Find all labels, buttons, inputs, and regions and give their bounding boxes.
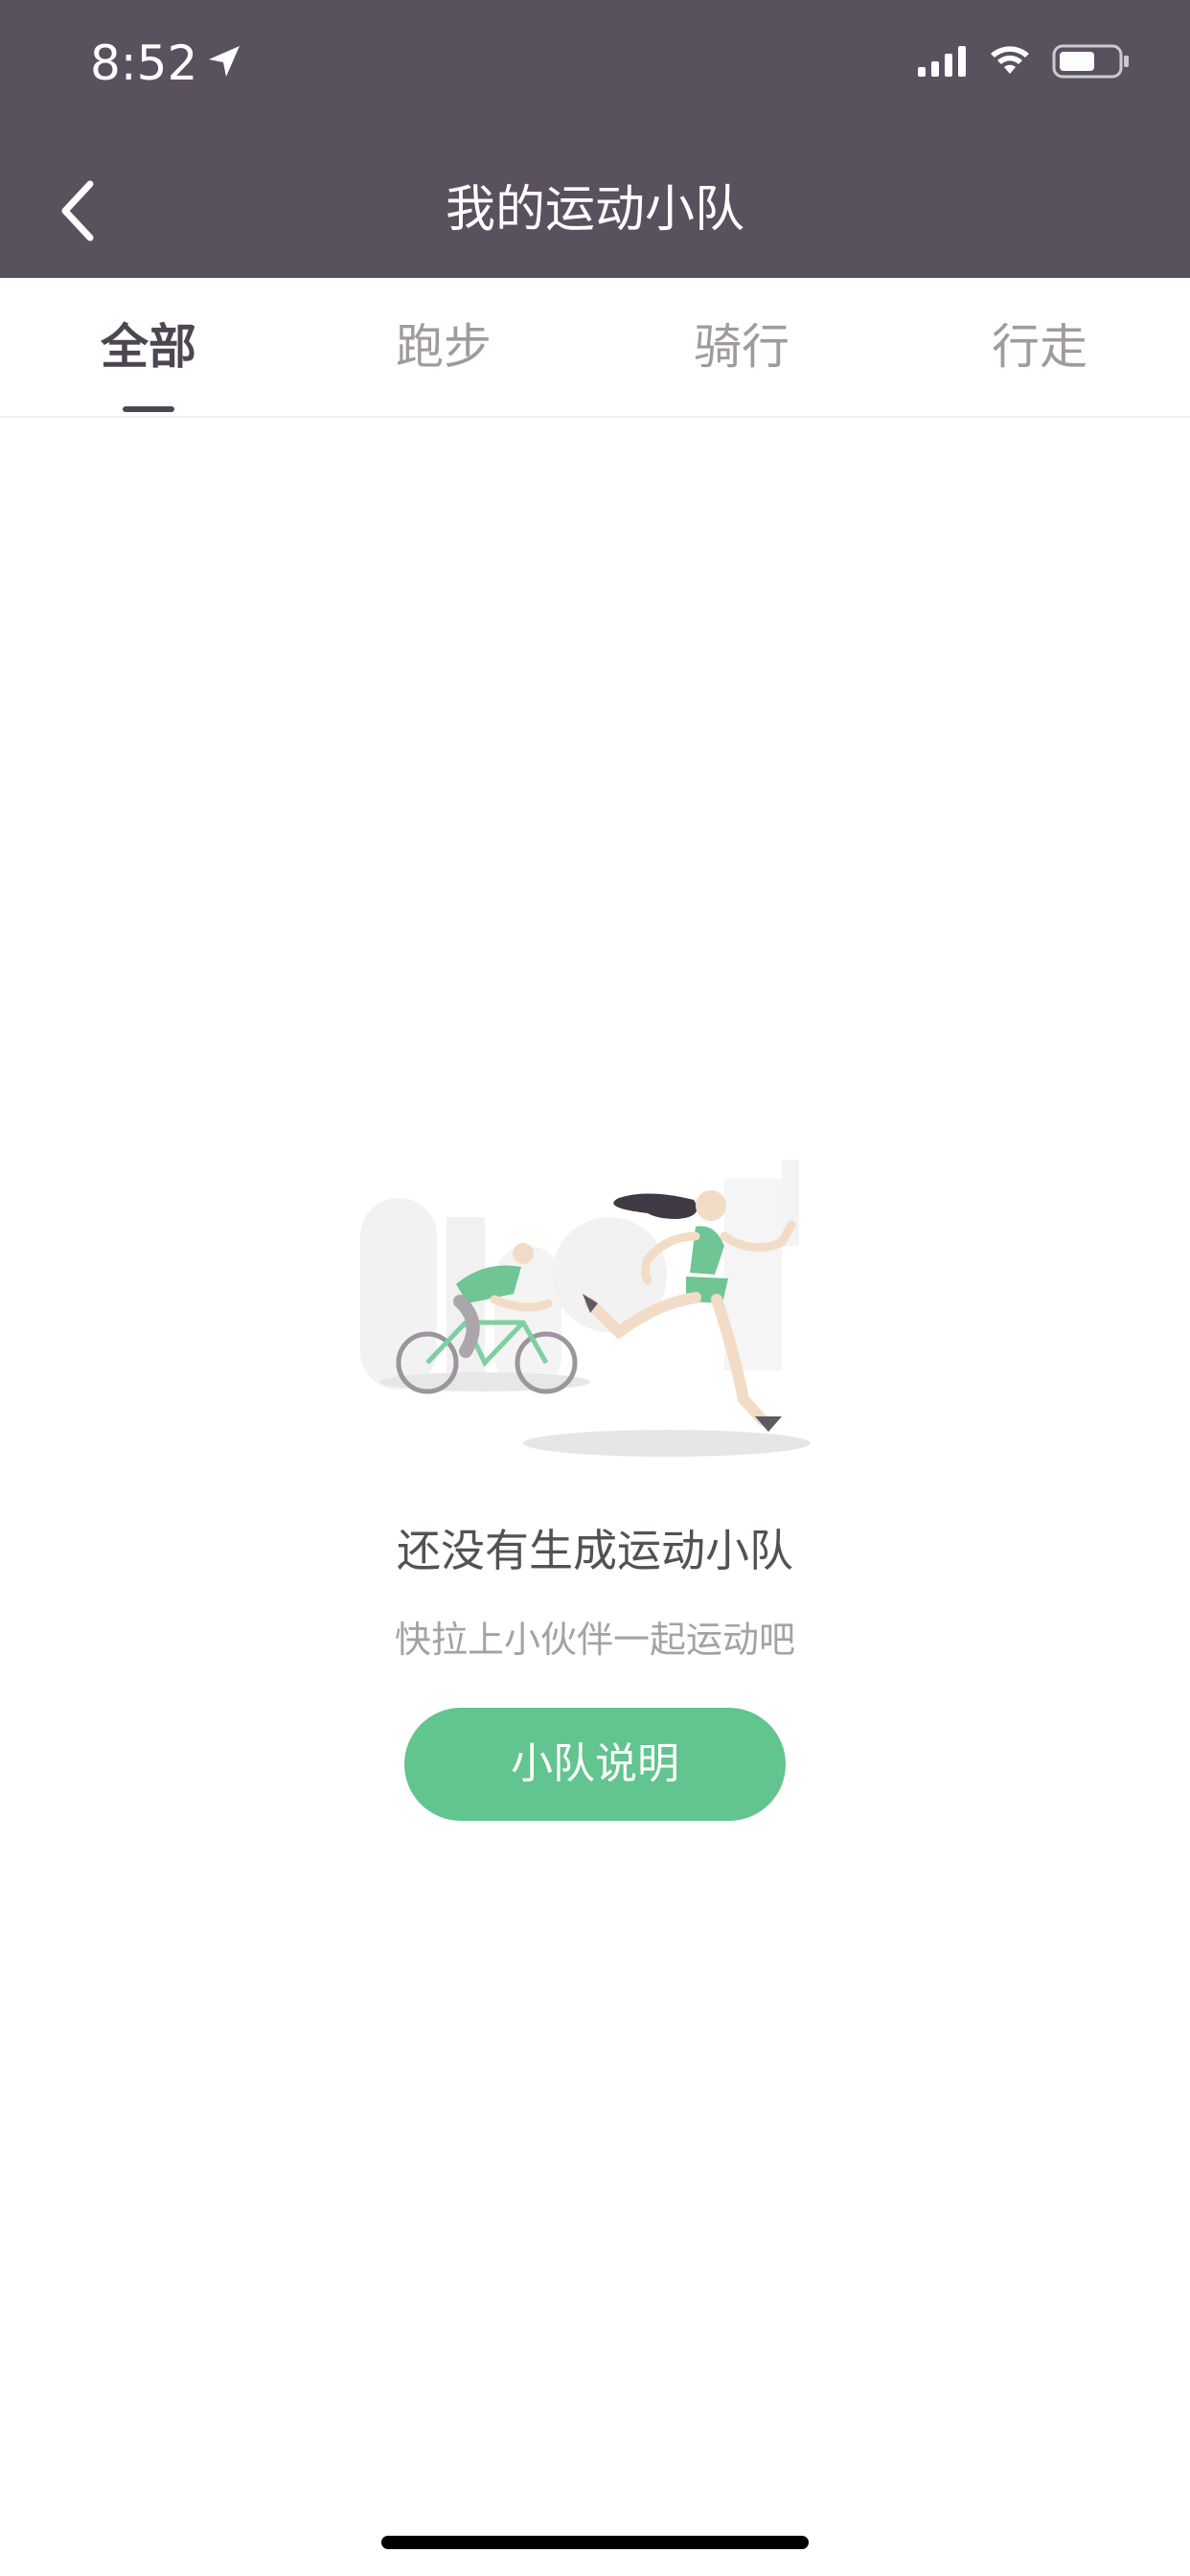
wifi-icon	[991, 46, 1029, 74]
home-indicator	[381, 2536, 809, 2549]
tab-cycling[interactable]: 骑行	[665, 316, 818, 378]
signal-icon	[918, 46, 966, 77]
tab-running[interactable]: 跑步	[367, 316, 520, 378]
empty-state-subtitle: 快拉上小伙伴一起运动吧	[394, 1619, 795, 1661]
tab-all[interactable]: 全部	[72, 316, 225, 378]
tab-walking[interactable]: 行走	[963, 316, 1116, 378]
app-header: 8:52 我的运动小队	[0, 0, 1190, 278]
status-time: 8:52	[90, 35, 198, 91]
battery-icon	[1052, 44, 1129, 79]
empty-state-title: 还没有生成运动小队	[397, 1525, 793, 1576]
page-title: 我的运动小队	[445, 181, 744, 239]
location-arrow-icon	[209, 46, 240, 77]
sport-tabs: 全部 跑步 骑行 行走	[0, 278, 1190, 418]
cyclist-and-runner-illustration	[360, 1160, 811, 1457]
active-tab-indicator	[123, 406, 174, 412]
team-info-button[interactable]: 小队说明	[404, 1708, 786, 1821]
